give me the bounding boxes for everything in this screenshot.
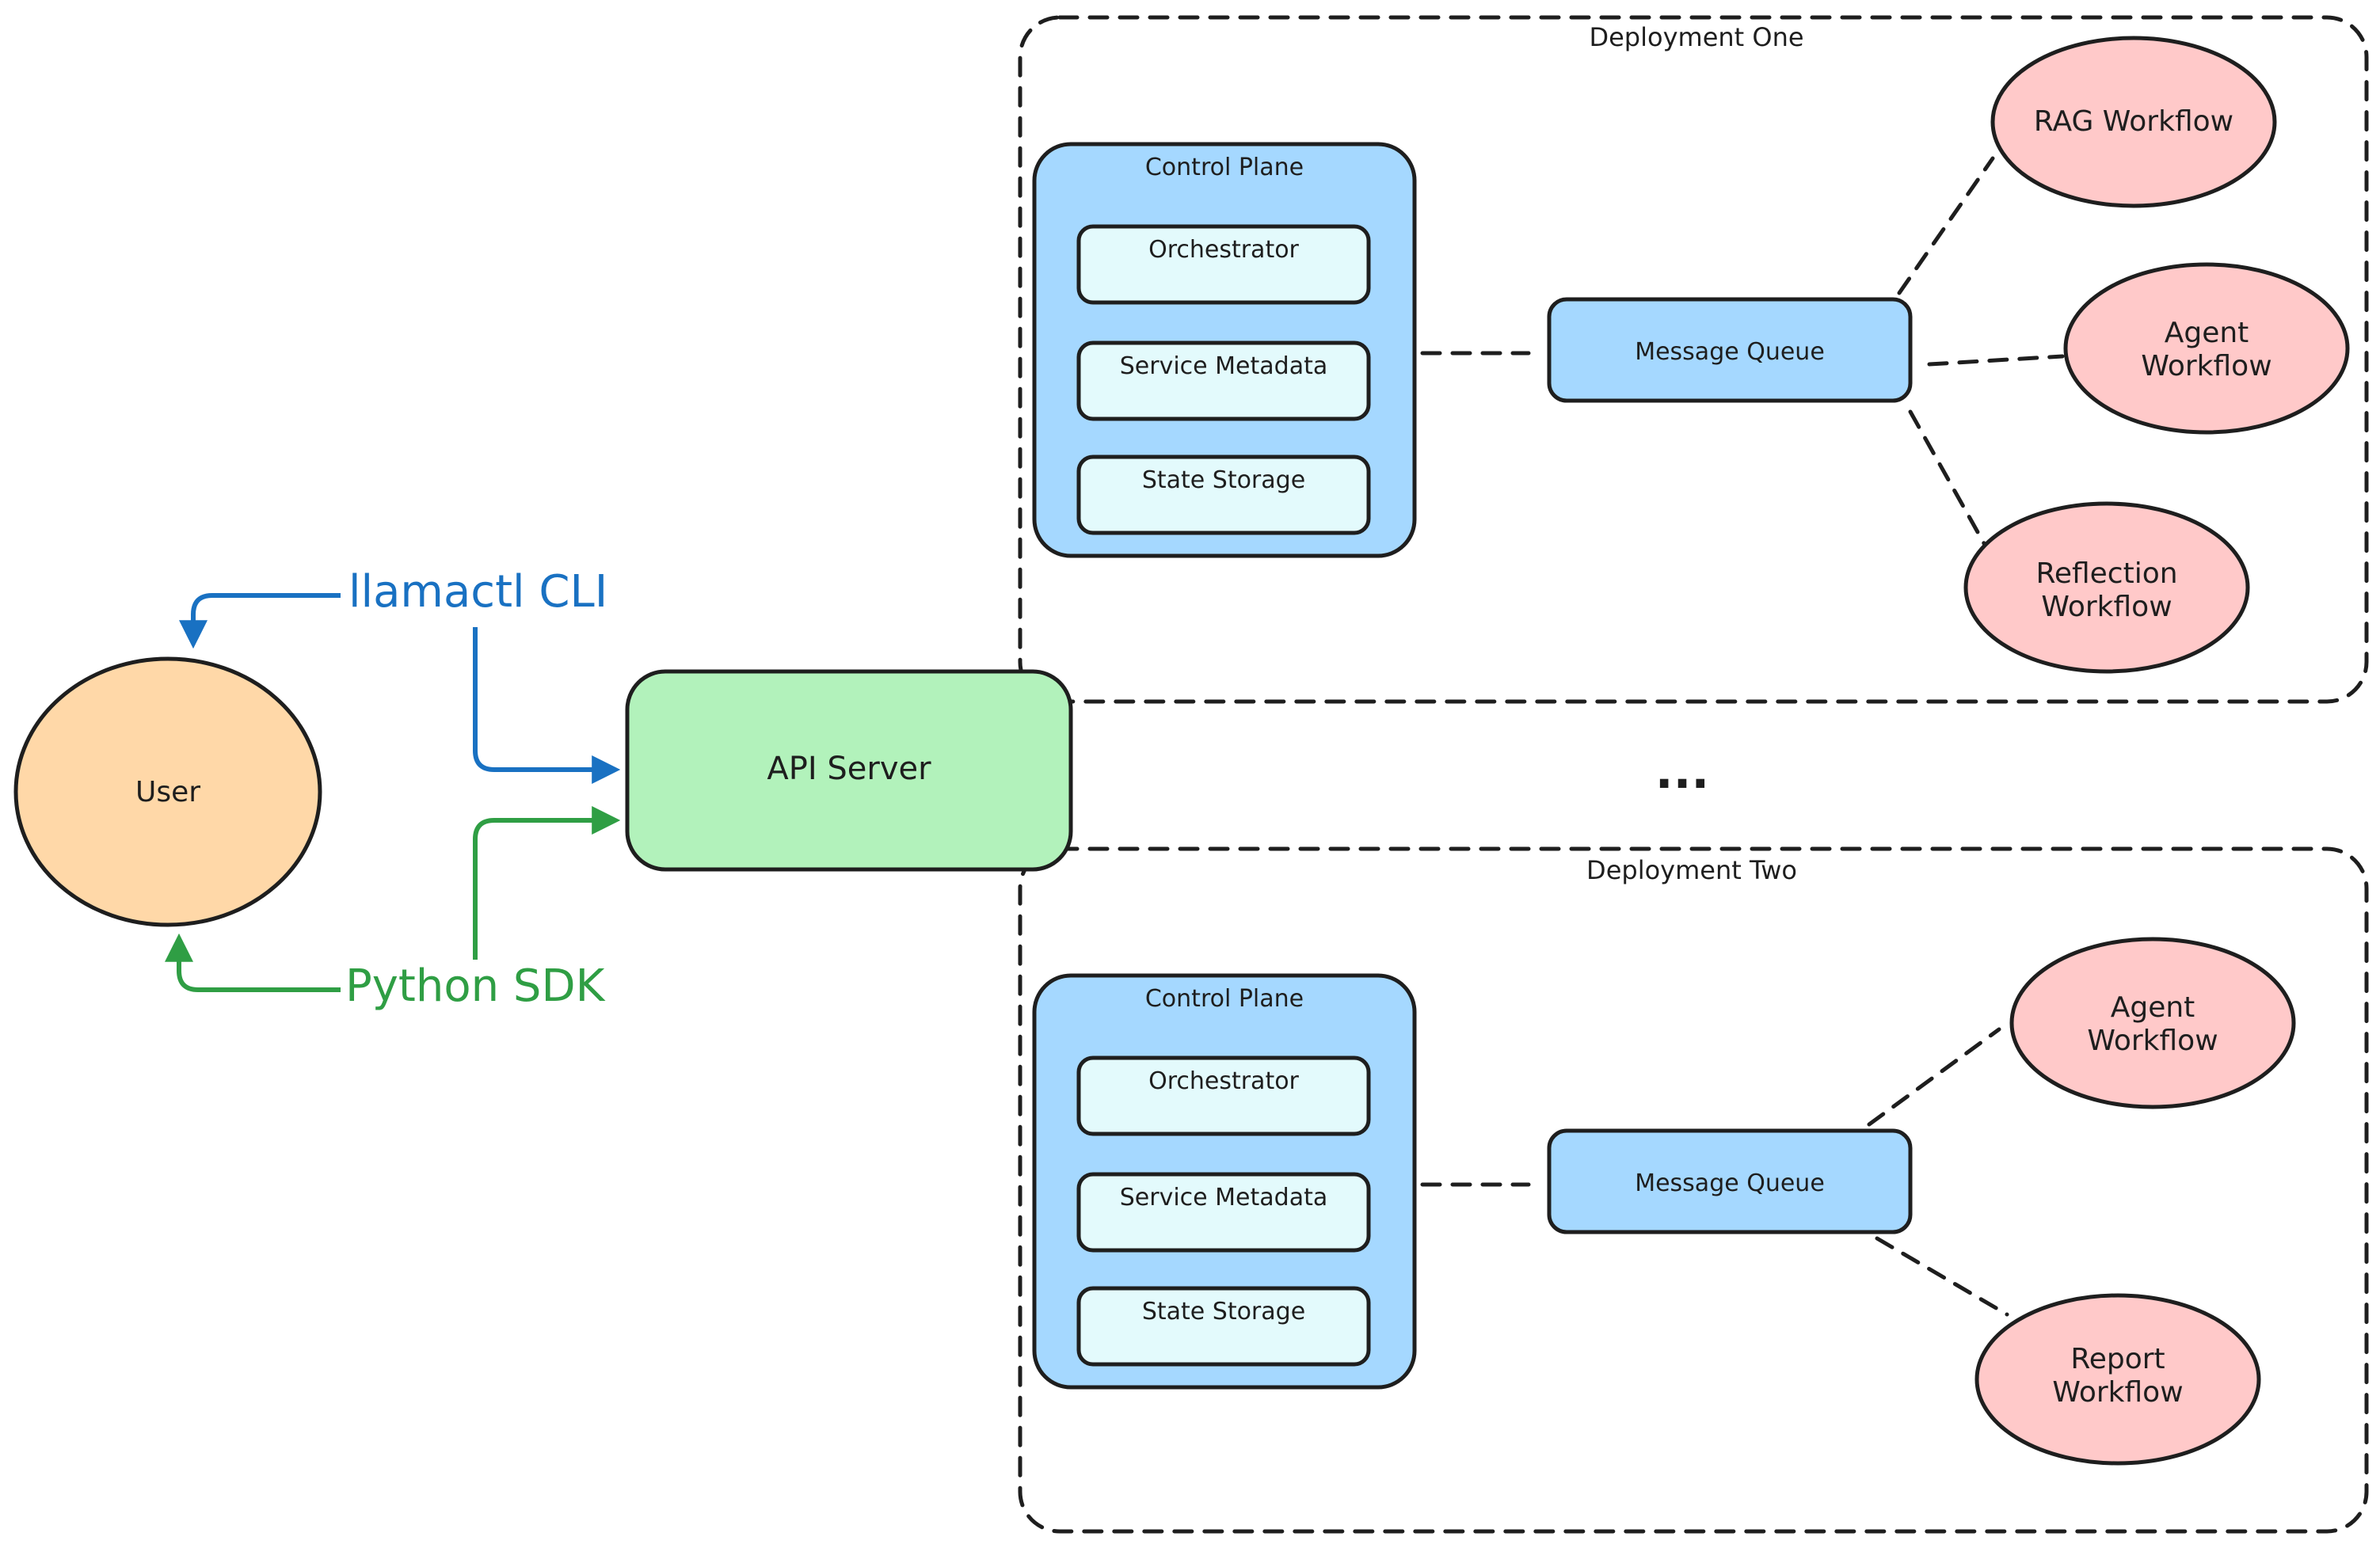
reflection-workflow-line1: Reflection xyxy=(2035,557,2177,590)
more-deployments-ellipsis: ... xyxy=(1655,744,1709,800)
cli-label: llamactl CLI xyxy=(348,566,607,618)
connector-mq-agent-one xyxy=(1927,354,2065,367)
message-queue-two-label: Message Queue xyxy=(1635,1170,1825,1197)
control-plane-one-title: Control Plane xyxy=(1145,154,1304,181)
architecture-diagram: Deployment One Control Plane Orchestrato… xyxy=(13,15,2369,1534)
orchestrator-one-label: Orchestrator xyxy=(1148,236,1299,264)
agent-workflow-two-line1: Agent xyxy=(2111,991,2195,1024)
cli-to-api-arrow xyxy=(473,627,621,784)
control-plane-two-title: Control Plane xyxy=(1145,985,1304,1013)
agent-workflow-one-line2: Workflow xyxy=(2141,350,2271,382)
agent-workflow-two-line2: Workflow xyxy=(2087,1025,2218,1057)
connector-mq-rag xyxy=(1897,156,1995,295)
api-server-label: API Server xyxy=(767,751,931,787)
sdk-to-user-arrow xyxy=(165,933,341,992)
connector-mq-reflection xyxy=(1908,409,1987,547)
orchestrator-two-label: Orchestrator xyxy=(1148,1067,1299,1095)
reflection-workflow-line2: Workflow xyxy=(2041,591,2172,623)
deployment-one: Deployment One Control Plane Orchestrato… xyxy=(1018,15,2369,704)
report-workflow-line1: Report xyxy=(2070,1343,2165,1375)
deployment-two-title: Deployment Two xyxy=(1586,855,1797,885)
control-plane-two[interactable]: Control Plane Orchestrator Service Metad… xyxy=(1032,973,1417,1390)
deployment-one-title: Deployment One xyxy=(1589,22,1803,52)
service-metadata-two-label: Service Metadata xyxy=(1120,1184,1327,1211)
agent-workflow-one-line1: Agent xyxy=(2165,317,2249,349)
connector-mq-report xyxy=(1875,1236,2009,1317)
report-workflow-line2: Workflow xyxy=(2052,1376,2183,1409)
service-metadata-one-label: Service Metadata xyxy=(1120,352,1327,380)
user-label: User xyxy=(135,776,200,808)
deployment-two: Deployment Two Control Plane Orchestrato… xyxy=(1018,846,2369,1534)
sdk-label: Python SDK xyxy=(345,960,606,1012)
cli-to-user-arrow xyxy=(179,593,341,649)
message-queue-one-label: Message Queue xyxy=(1635,338,1825,366)
connector-mq-agent-two xyxy=(1867,1027,2001,1127)
control-plane-one[interactable]: Control Plane Orchestrator Service Metad… xyxy=(1032,142,1417,558)
rag-workflow-label: RAG Workflow xyxy=(2034,105,2233,138)
sdk-to-api-arrow xyxy=(473,806,621,960)
state-storage-two-label: State Storage xyxy=(1142,1298,1305,1325)
state-storage-one-label: State Storage xyxy=(1142,466,1305,494)
